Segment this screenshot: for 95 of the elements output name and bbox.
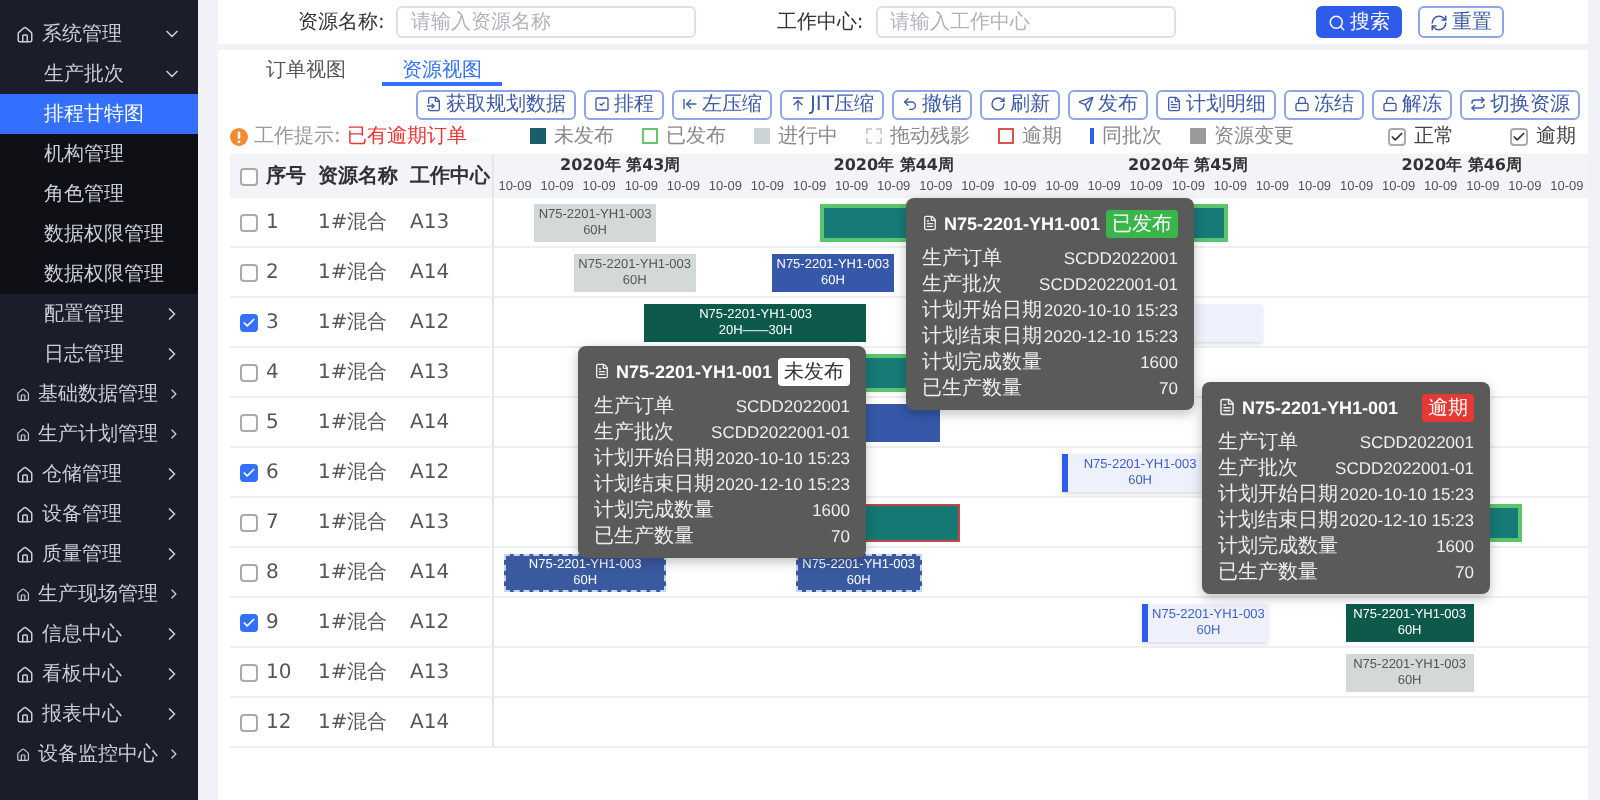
field-label: 已生产数量 <box>594 523 694 549</box>
week-label: 2020年 第46周 <box>1399 154 1524 176</box>
field-value: SCDD2022001 <box>735 395 850 415</box>
table-cell-text: 2 <box>266 261 281 283</box>
field-label: 生产订单 <box>922 245 1002 271</box>
field-label: 生产批次 <box>922 271 1002 297</box>
table-cell-text: 1#混合 <box>318 310 390 336</box>
table-cell-text: 1#混合 <box>318 410 390 436</box>
table-cell-text: 5 <box>266 411 281 433</box>
table-cell-text: A12 <box>410 311 452 333</box>
table-cell-text: 1#混合 <box>318 560 390 586</box>
table-cell-text: A14 <box>410 561 452 583</box>
table-cell-text: A14 <box>410 261 452 283</box>
table-cell-text: 3 <box>266 311 281 333</box>
field-label: 计划结束日期 <box>1218 507 1338 533</box>
status-badge: 已发布 <box>1106 209 1178 237</box>
field-label: 计划开始日期 <box>594 445 714 471</box>
table-cell-text: 1#混合 <box>318 610 390 636</box>
table-cell-text: A14 <box>410 711 452 733</box>
field-value: 70 <box>1159 377 1178 397</box>
table-cell-text: A14 <box>410 411 452 433</box>
field-label: 生产订单 <box>1218 429 1298 455</box>
field-value: 1600 <box>812 499 850 519</box>
field-label: 已生产数量 <box>1218 559 1318 585</box>
field-label: 已生产数量 <box>922 375 1022 401</box>
field-value: 2020-12-10 15:23 <box>1339 509 1474 529</box>
field-label: 计划开始日期 <box>922 297 1042 323</box>
table-cell-text: 4 <box>266 361 281 383</box>
table-cell-text: 1#混合 <box>318 260 390 286</box>
filter-label: 工作中心: <box>776 9 864 36</box>
field-label: 计划结束日期 <box>922 323 1042 349</box>
notice-label: 工作提示: <box>254 124 341 150</box>
table-cell-text: A12 <box>410 611 452 633</box>
field-value: 70 <box>831 525 850 545</box>
legend-label: 资源变更 <box>1214 123 1294 150</box>
field-label: 计划完成数量 <box>594 497 714 523</box>
legend-label: 进行中 <box>778 123 838 150</box>
table-cell-text: 9 <box>266 611 281 633</box>
field-value: 2020-12-10 15:23 <box>1043 325 1178 345</box>
table-cell-text: A13 <box>410 661 452 683</box>
filter-option-label: 逾期 <box>1536 123 1576 150</box>
status-badge: 未发布 <box>778 357 850 385</box>
legend-label: 同批次 <box>1102 123 1162 150</box>
field-value: SCDD2022001 <box>1063 247 1178 267</box>
field-value: 2020-12-10 15:23 <box>715 473 850 493</box>
field-label: 计划结束日期 <box>594 471 714 497</box>
field-label: 计划开始日期 <box>1218 481 1338 507</box>
field-label: 生产订单 <box>594 393 674 419</box>
field-value: 70 <box>1455 561 1474 581</box>
filter-label: 资源名称: <box>298 10 385 36</box>
legend-label: 未发布 <box>554 123 614 150</box>
tooltip-title: N75-2201-YH1-001 <box>943 213 1100 233</box>
table-cell-text: A12 <box>410 461 452 483</box>
notice-message: 已有逾期订单 <box>346 123 467 150</box>
table-cell-text: 1 <box>266 211 281 233</box>
field-value: SCDD2022001-01 <box>711 421 850 441</box>
week-label: 2020年 第44周 <box>831 154 956 176</box>
tooltip-title: N75-2201-YH1-001 <box>615 361 772 381</box>
field-value: SCDD2022001 <box>1359 431 1474 451</box>
field-label: 计划完成数量 <box>1218 533 1338 559</box>
column-header: 资源名称 <box>318 163 400 190</box>
field-value: 1600 <box>1140 351 1178 371</box>
table-cell-text: 10 <box>266 661 294 683</box>
week-label: 2020年 第43周 <box>558 154 683 176</box>
field-label: 生产批次 <box>594 419 674 445</box>
legend-label: 逾期 <box>1022 123 1062 150</box>
week-label: 2020年 第45周 <box>1126 154 1251 176</box>
status-badge: 逾期 <box>1422 393 1474 421</box>
table-cell-text: 1#混合 <box>318 710 390 736</box>
table-cell-text: 8 <box>266 561 281 583</box>
field-value: 2020-10-10 15:23 <box>1043 299 1178 319</box>
table-cell-text: 1#混合 <box>318 460 390 486</box>
table-cell-text: 1#混合 <box>318 510 390 536</box>
table-cell-text: A13 <box>410 211 452 233</box>
table-cell-text: 7 <box>266 511 281 533</box>
filter-option-label: 正常 <box>1414 123 1454 150</box>
table-cell-text: 1#混合 <box>318 210 390 236</box>
field-label: 生产批次 <box>1218 455 1298 481</box>
legend-label: 拖动残影 <box>890 123 970 150</box>
field-value: SCDD2022001-01 <box>1039 273 1178 293</box>
table-cell-text: A13 <box>410 511 452 533</box>
table-cell-text: 1#混合 <box>318 660 390 686</box>
column-header: 工作中心 <box>410 162 490 190</box>
tooltip-title: N75-2201-YH1-001 <box>1242 397 1401 417</box>
field-value: 2020-10-10 15:23 <box>715 447 850 467</box>
field-value: 1600 <box>1436 535 1474 555</box>
column-header: 序号 <box>266 162 308 190</box>
field-label: 计划完成数量 <box>922 349 1042 375</box>
table-cell-text: A13 <box>410 361 452 383</box>
table-cell-text: 12 <box>266 711 294 733</box>
table-cell-text: 1#混合 <box>318 360 390 386</box>
legend-label: 已发布 <box>666 124 726 150</box>
field-value: SCDD2022001-01 <box>1335 457 1474 477</box>
field-value: 2020-10-10 15:23 <box>1339 483 1474 503</box>
table-cell-text: 6 <box>266 461 281 483</box>
